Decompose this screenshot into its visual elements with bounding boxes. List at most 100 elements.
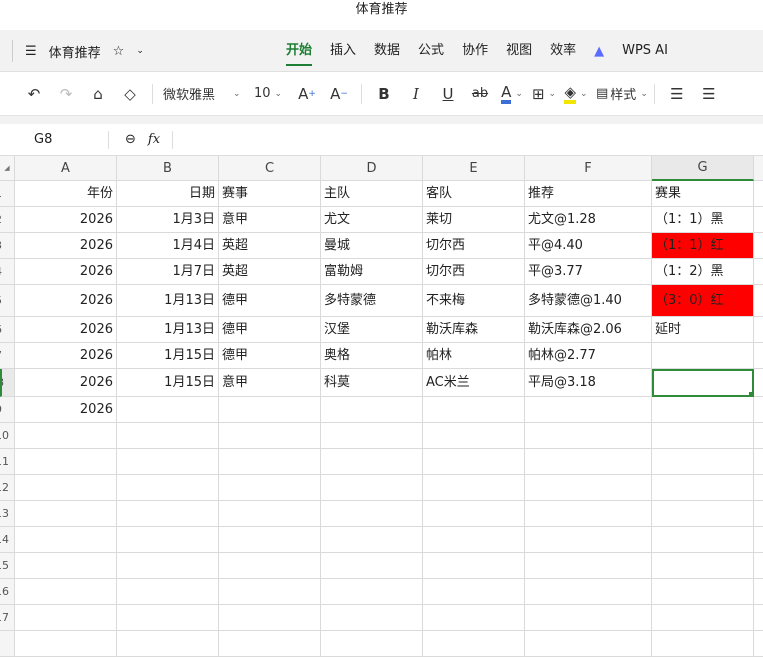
cell[interactable]: 帕林 xyxy=(423,343,525,369)
cell[interactable]: 勒沃库森 xyxy=(423,317,525,343)
cell[interactable] xyxy=(423,527,525,553)
cell[interactable]: 莱切 xyxy=(423,207,525,233)
cell[interactable] xyxy=(525,449,652,475)
cell[interactable]: 平@4.40 xyxy=(525,233,652,259)
cell[interactable] xyxy=(117,449,219,475)
cell[interactable]: 英超 xyxy=(219,259,321,285)
row-header[interactable]: 16 xyxy=(0,579,15,605)
cell[interactable] xyxy=(321,397,423,423)
cell[interactable] xyxy=(754,449,763,475)
cell[interactable] xyxy=(15,501,117,527)
cell[interactable]: 日期 xyxy=(117,181,219,207)
cell[interactable]: 1月15日 xyxy=(117,369,219,397)
tab-4[interactable]: 协作 xyxy=(462,30,488,72)
cell[interactable] xyxy=(117,527,219,553)
cell[interactable] xyxy=(321,631,423,657)
row-header[interactable]: 5 xyxy=(0,285,15,317)
cell[interactable]: 多特蒙德@1.40 xyxy=(525,285,652,317)
cell[interactable] xyxy=(652,579,754,605)
cell[interactable]: （1：2）黑 xyxy=(652,259,754,285)
column-header-D[interactable]: D xyxy=(321,156,423,181)
formula-input[interactable] xyxy=(173,130,763,150)
cell[interactable] xyxy=(754,605,763,631)
cell[interactable] xyxy=(117,397,219,423)
row-header[interactable]: 6 xyxy=(0,317,15,343)
cell[interactable] xyxy=(652,553,754,579)
cell[interactable]: 尤文@1.28 xyxy=(525,207,652,233)
cell[interactable]: 延时 xyxy=(652,317,754,343)
cell[interactable] xyxy=(754,579,763,605)
cell[interactable] xyxy=(15,423,117,449)
row-header[interactable]: 9 xyxy=(0,397,15,423)
row-header[interactable]: 4 xyxy=(0,259,15,285)
cell[interactable]: 德甲 xyxy=(219,317,321,343)
row-header[interactable]: 11 xyxy=(0,449,15,475)
row-header[interactable]: 12 xyxy=(0,475,15,501)
cell[interactable]: 2026 xyxy=(15,233,117,259)
cell[interactable] xyxy=(321,449,423,475)
cell[interactable] xyxy=(219,605,321,631)
tab-2[interactable]: 数据 xyxy=(374,30,400,72)
cell[interactable] xyxy=(15,527,117,553)
font-size-select[interactable]: 10 ⌄ xyxy=(245,80,291,108)
cell[interactable]: 2026 xyxy=(15,343,117,369)
style-button[interactable]: ▤ 样式 ⌄ xyxy=(596,80,648,108)
cell[interactable]: 意甲 xyxy=(219,207,321,233)
underline-icon[interactable]: U xyxy=(432,80,464,108)
tab-5[interactable]: 视图 xyxy=(506,30,532,72)
fill-color-icon[interactable]: ◈ ⌄ xyxy=(560,80,592,108)
row-header[interactable]: 7 xyxy=(0,343,15,369)
cell[interactable] xyxy=(754,259,763,285)
cell[interactable]: 2026 xyxy=(15,207,117,233)
row-header[interactable]: 15 xyxy=(0,553,15,579)
cell[interactable] xyxy=(652,423,754,449)
cell[interactable]: 切尔西 xyxy=(423,259,525,285)
cell[interactable]: 富勒姆 xyxy=(321,259,423,285)
cell[interactable]: 2026 xyxy=(15,369,117,397)
increase-font-icon[interactable]: A + xyxy=(291,80,323,108)
row-header[interactable]: 10 xyxy=(0,423,15,449)
cell[interactable] xyxy=(219,579,321,605)
row-header[interactable]: 1 xyxy=(0,181,15,207)
cell[interactable] xyxy=(525,579,652,605)
cell[interactable] xyxy=(15,449,117,475)
cell[interactable] xyxy=(423,579,525,605)
undo-icon[interactable]: ↶ xyxy=(18,80,50,108)
column-header-H[interactable] xyxy=(754,156,763,181)
cell[interactable]: 推荐 xyxy=(525,181,652,207)
cell[interactable]: AC米兰 xyxy=(423,369,525,397)
cell[interactable] xyxy=(754,423,763,449)
cell[interactable] xyxy=(754,397,763,423)
cell[interactable]: （3：0）红 xyxy=(652,285,754,317)
cell[interactable]: 1月4日 xyxy=(117,233,219,259)
tab-3[interactable]: 公式 xyxy=(418,30,444,72)
align-left-icon[interactable]: ☰ xyxy=(661,80,693,108)
cell[interactable]: （1：1）红 xyxy=(652,233,754,259)
cell[interactable]: 1月13日 xyxy=(117,317,219,343)
cell[interactable] xyxy=(652,343,754,369)
cell[interactable] xyxy=(321,605,423,631)
cell[interactable] xyxy=(754,207,763,233)
font-color-icon[interactable]: A ⌄ xyxy=(496,80,528,108)
cell[interactable] xyxy=(754,631,763,657)
selected-cell[interactable] xyxy=(652,369,754,397)
cell[interactable] xyxy=(117,553,219,579)
cell[interactable]: 曼城 xyxy=(321,233,423,259)
cell[interactable] xyxy=(652,449,754,475)
cell[interactable] xyxy=(219,397,321,423)
cell[interactable]: 客队 xyxy=(423,181,525,207)
cell[interactable] xyxy=(15,553,117,579)
cell[interactable] xyxy=(321,423,423,449)
decrease-font-icon[interactable]: A − xyxy=(323,80,355,108)
column-header-G[interactable]: G xyxy=(652,156,754,181)
align-center-icon[interactable]: ☰ xyxy=(693,80,725,108)
tab-6[interactable]: 效率 xyxy=(550,30,576,72)
cell[interactable] xyxy=(754,527,763,553)
cell[interactable] xyxy=(525,397,652,423)
cell[interactable] xyxy=(219,423,321,449)
redo-icon[interactable]: ↷ xyxy=(50,80,82,108)
row-header[interactable]: 2 xyxy=(0,207,15,233)
header-cell[interactable]: 年份 xyxy=(15,181,117,207)
cell[interactable] xyxy=(525,527,652,553)
cell[interactable]: 德甲 xyxy=(219,343,321,369)
